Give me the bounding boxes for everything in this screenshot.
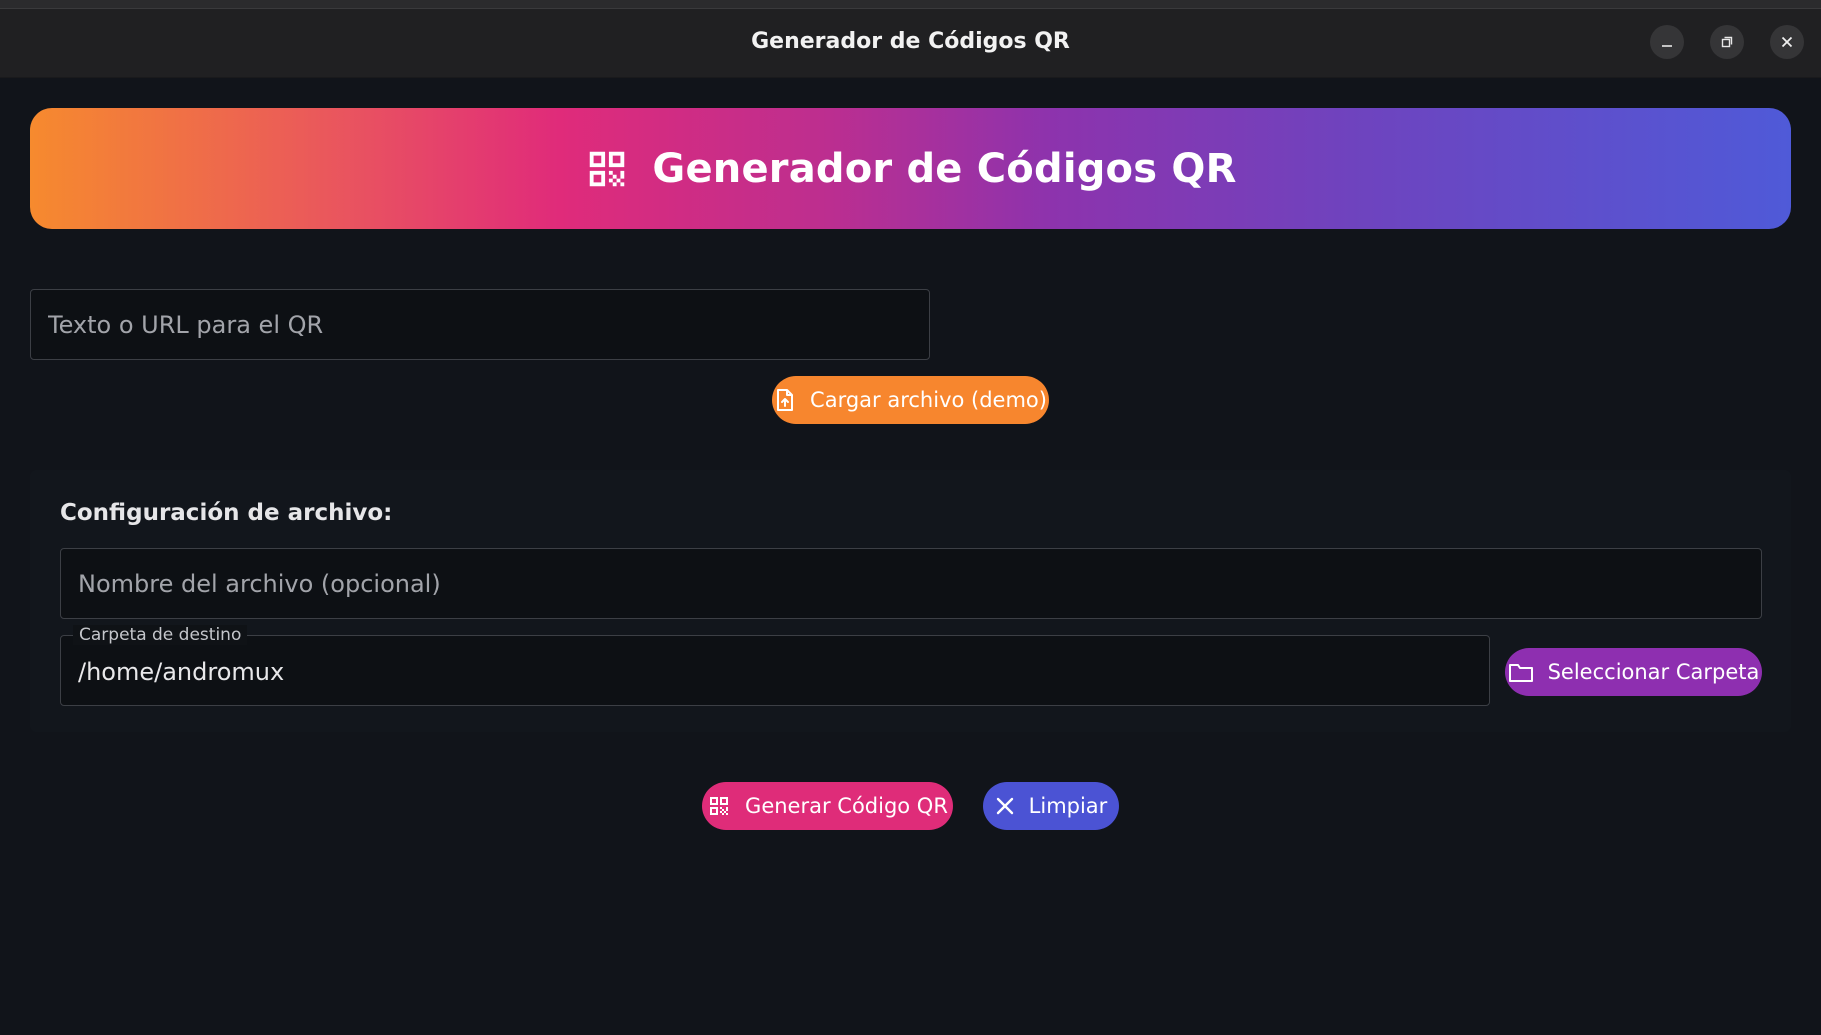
qr-code-icon [710,797,729,815]
close-icon [1781,36,1793,48]
select-folder-label: Seleccionar Carpeta [1547,660,1760,684]
minimize-icon [1662,45,1672,47]
window-title: Generador de Códigos QR [751,29,1070,54]
restore-icon [1721,36,1733,48]
close-window-button[interactable] [1770,25,1804,59]
folder-icon [1508,664,1533,682]
destination-folder-input[interactable] [61,636,1489,705]
header-banner: Generador de Códigos QR [30,108,1791,229]
qr-code-icon [590,151,625,186]
generate-qr-label: Generar Código QR [745,794,948,818]
select-folder-button[interactable]: Seleccionar Carpeta [1505,648,1762,696]
upload-file-label: Cargar archivo (demo) [810,388,1047,412]
clear-button[interactable]: Limpiar [983,782,1119,830]
destination-folder-field[interactable]: Carpeta de destino [60,625,1490,706]
header-content: Generador de Códigos QR [584,146,1236,192]
filename-input[interactable] [61,549,1761,618]
file-upload-icon [777,389,794,411]
screen-top-edge [0,0,1821,9]
close-icon [996,797,1013,815]
filename-field[interactable] [60,548,1762,619]
maximize-button[interactable] [1710,25,1744,59]
generate-qr-button[interactable]: Generar Código QR [702,782,953,830]
config-heading: Configuración de archivo: [60,500,393,526]
clear-label: Limpiar [1028,794,1108,818]
window-titlebar[interactable]: Generador de Códigos QR [0,9,1821,78]
upload-file-button[interactable]: Cargar archivo (demo) [772,376,1049,424]
qr-text-input[interactable] [31,290,929,359]
qr-text-field[interactable] [30,289,930,360]
page-title: Generador de Códigos QR [652,145,1237,192]
minimize-button[interactable] [1650,25,1684,59]
